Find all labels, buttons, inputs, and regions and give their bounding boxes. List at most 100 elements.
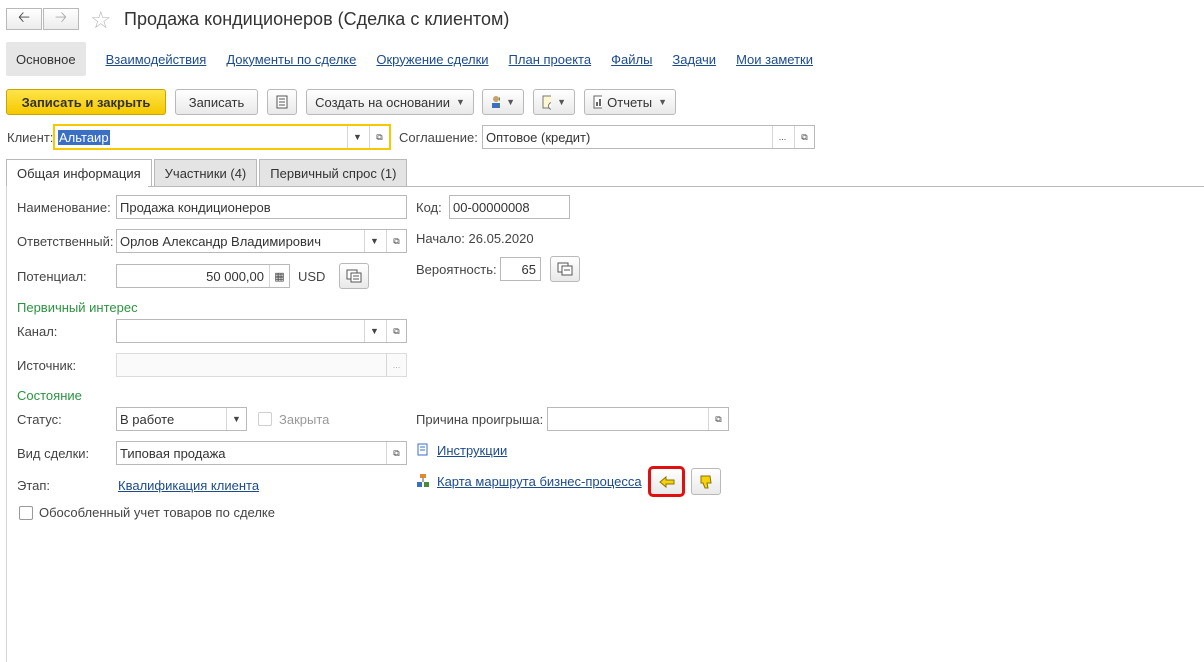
status-field[interactable]: В работе ▼ [116,407,247,431]
agreement-label: Соглашение: [399,130,478,145]
potential-field[interactable]: 50 000,00 ▦ [116,264,290,288]
nav-files[interactable]: Файлы [611,52,652,67]
nav-interactions[interactable]: Взаимодействия [106,52,207,67]
tab-primary-demand[interactable]: Первичный спрос (1) [259,159,408,186]
tab-divider [148,186,1204,187]
responsible-dropdown-button[interactable]: ▼ [364,230,384,252]
deal-type-field[interactable]: Типовая продажа ⧉ [116,441,407,465]
panel-border [6,186,7,662]
loss-reason-open-button[interactable]: ⧉ [708,408,728,430]
route-map-icon [417,474,429,487]
tab-participants[interactable]: Участники (4) [153,159,258,186]
client-open-button[interactable]: ⧉ [369,126,389,148]
chevron-down-icon: ▼ [455,97,465,107]
code-label: Код: [416,200,442,215]
nav-my-notes[interactable]: Мои заметки [736,52,813,67]
list-button[interactable] [267,89,297,115]
channel-dropdown-button[interactable]: ▼ [364,320,384,342]
section-nav: Основное Взаимодействия Документы по сде… [6,42,813,76]
page-title: Продажа кондиционеров (Сделка с клиентом… [124,9,510,29]
ellipsis-icon: ... [392,360,401,370]
client-label: Клиент: [7,130,54,145]
client-value: Альтаир [58,129,110,145]
nav-deal-environment[interactable]: Окружение сделки [376,52,488,67]
save-button[interactable]: Записать [175,89,258,115]
star-icon[interactable]: ☆ [90,6,112,35]
reports-label: Отчеты [607,94,653,110]
closed-checkbox[interactable] [258,412,272,426]
potential-value: 50 000,00 [206,268,264,284]
currency: USD [298,269,326,284]
channel-field[interactable]: ▼ ⧉ [116,319,407,343]
arrow-left-icon: 🡠 [17,8,31,26]
chevron-down-icon: ▼ [658,97,667,107]
tab-general-info[interactable]: Общая информация [6,159,152,187]
potential-label: Потенциал: [17,269,87,284]
source-label: Источник: [17,358,77,373]
participants-menu-button[interactable]: ▼ [482,89,524,115]
nav-project-plan[interactable]: План проекта [509,52,592,67]
open-icon: ⧉ [376,131,383,142]
instructions-link[interactable]: Инструкции [437,443,507,458]
reports-button[interactable]: Отчеты ▼ [584,89,676,115]
probability-field[interactable]: 65 [500,257,541,281]
channel-label: Канал: [17,324,58,339]
source-field[interactable]: ... [116,353,407,377]
open-icon: ⧉ [715,413,722,424]
open-icon: ⧉ [393,325,400,336]
list-icon [276,95,288,109]
arrow-right-icon: 🡢 [54,8,68,26]
code-field[interactable]: 00-00000008 [449,195,570,219]
probability-calc-button[interactable] [550,256,580,282]
document-menu-button[interactable]: ▼ [533,89,575,115]
create-based-button[interactable]: Создать на основании ▼ [306,89,474,115]
currency-table-icon [346,269,362,283]
deal-type-value: Типовая продажа [120,445,226,461]
previous-stage-button[interactable] [648,466,685,497]
forward-button[interactable]: 🡢 [43,8,79,30]
name-label: Наименование: [17,200,111,215]
currency-button[interactable] [339,263,369,289]
stage-link[interactable]: Квалификация клиента [118,478,259,493]
primary-interest-heading: Первичный интерес [17,300,138,315]
chevron-down-icon: ▼ [370,326,379,336]
loss-reason-field[interactable]: ⧉ [547,407,729,431]
status-dropdown-button[interactable]: ▼ [226,408,246,430]
loss-reason-label: Причина проигрыша: [416,412,544,427]
calculator-button[interactable]: ▦ [269,265,289,287]
thumbs-down-icon [700,475,712,488]
back-button[interactable]: 🡠 [6,8,42,30]
people-icon [492,96,501,108]
deal-type-open-button[interactable]: ⧉ [386,442,406,464]
status-label: Статус: [17,412,62,427]
responsible-field[interactable]: Орлов Александр Владимирович ▼ ⧉ [116,229,407,253]
thumbs-down-button[interactable] [691,468,721,495]
instructions-icon [417,443,428,456]
code-value: 00-00000008 [453,199,530,215]
stage-label: Этап: [17,478,51,493]
chevron-down-icon: ▼ [370,236,379,246]
chevron-down-icon: ▼ [557,97,566,107]
route-map-link[interactable]: Карта маршрута бизнес-процесса [437,474,642,489]
client-field[interactable]: Альтаир ▼ ⧉ [54,125,390,149]
open-icon: ⧉ [393,447,400,458]
separate-accounting-checkbox[interactable] [19,506,33,520]
client-dropdown-button[interactable]: ▼ [347,126,367,148]
nav-tasks[interactable]: Задачи [672,52,716,67]
responsible-open-button[interactable]: ⧉ [386,230,406,252]
separate-accounting-label: Обособленный учет товаров по сделке [39,505,275,520]
probability-label: Вероятность: [416,262,497,277]
save-close-button[interactable]: Записать и закрыть [6,89,166,115]
name-field[interactable]: Продажа кондиционеров [116,195,407,219]
agreement-field[interactable]: Оптовое (кредит) ... ⧉ [482,125,815,149]
channel-open-button[interactable]: ⧉ [386,320,406,342]
open-icon: ⧉ [801,131,808,142]
agreement-select-button[interactable]: ... [772,126,792,148]
name-value: Продажа кондиционеров [120,199,271,215]
agreement-open-button[interactable]: ⧉ [794,126,814,148]
document-clock-icon [542,95,552,110]
nav-deal-documents[interactable]: Документы по сделке [226,52,356,67]
start-date: Начало: 26.05.2020 [416,231,534,246]
source-select-button[interactable]: ... [386,354,406,376]
nav-main[interactable]: Основное [6,42,86,76]
